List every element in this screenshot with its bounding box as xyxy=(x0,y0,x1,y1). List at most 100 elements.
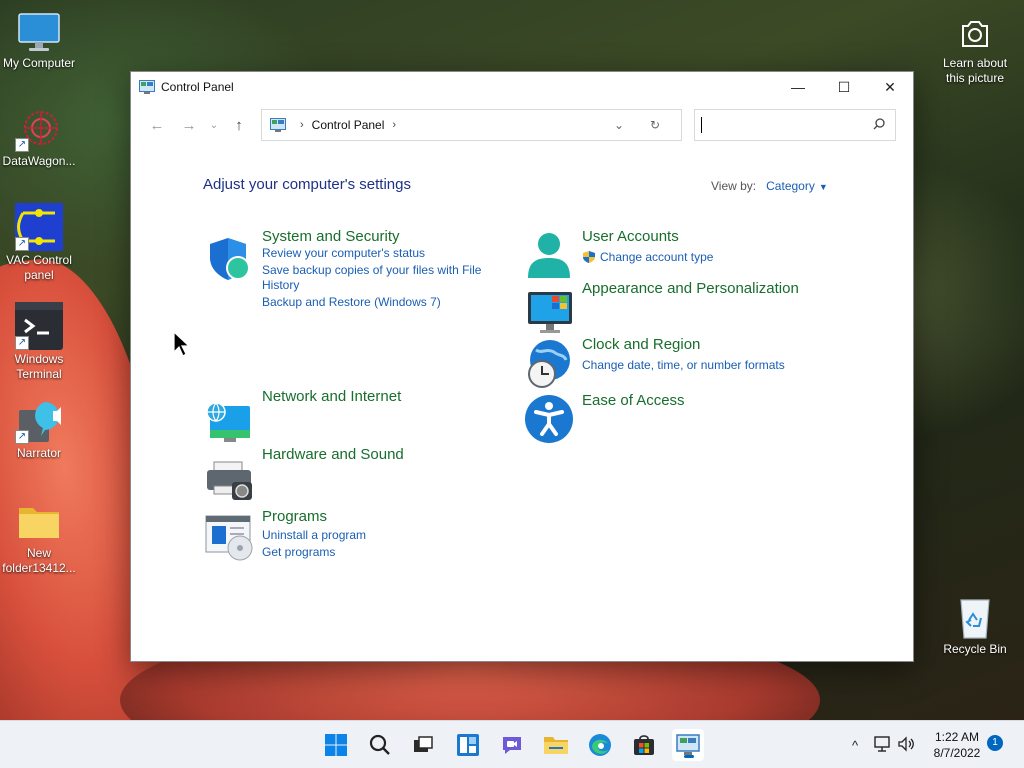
widgets-button[interactable] xyxy=(452,729,484,761)
printer-icon[interactable] xyxy=(204,460,254,508)
vac-control-panel-icon: ↗ xyxy=(15,203,63,251)
camera-icon xyxy=(951,14,999,54)
link-backup-restore[interactable]: Backup and Restore (Windows 7) xyxy=(262,295,441,310)
page-title: Adjust your computer's settings xyxy=(203,176,411,193)
link-save-backup[interactable]: Save backup copies of your files with Fi… xyxy=(262,263,481,278)
search-icon[interactable] xyxy=(873,117,885,133)
datawagon-icon: ↗ xyxy=(15,108,63,152)
address-bar[interactable]: › Control Panel › ⌄ ↻ xyxy=(261,109,682,141)
tray-overflow-chevron-icon[interactable]: ^ xyxy=(846,738,864,753)
desktop-icon-vac-control-panel[interactable]: ↗ VAC Control panel xyxy=(1,203,77,283)
search-box[interactable] xyxy=(694,109,896,141)
taskbar-search-button[interactable] xyxy=(364,729,396,761)
desktop-icon-my-computer[interactable]: My Computer xyxy=(1,10,77,71)
taskbar-clock[interactable]: 1:22 AM 8/7/2022 xyxy=(924,729,990,761)
control-panel-icon xyxy=(270,118,286,132)
breadcrumb-separator-icon[interactable]: › xyxy=(392,119,396,131)
view-by-label: View by: xyxy=(711,179,757,193)
search-input[interactable] xyxy=(701,117,873,133)
personalization-monitor-icon[interactable] xyxy=(524,288,574,336)
clock-time: 1:22 AM xyxy=(934,730,980,744)
maximize-icon: ☐ xyxy=(837,78,851,95)
link-review-status[interactable]: Review your computer's status xyxy=(262,246,425,261)
clock-date: 8/7/2022 xyxy=(933,746,981,760)
address-dropdown-icon[interactable]: ⌄ xyxy=(601,118,637,132)
link-change-account-type[interactable]: Change account type xyxy=(600,250,713,265)
file-explorer-button[interactable] xyxy=(540,729,572,761)
link-get-programs[interactable]: Get programs xyxy=(262,545,335,560)
learn-about-picture[interactable]: Learn about this picture xyxy=(937,14,1013,86)
desktop-icon-label: VAC Control panel xyxy=(6,253,72,282)
desktop-icon-recycle-bin[interactable]: Recycle Bin xyxy=(937,596,1013,657)
notification-badge[interactable]: 1 xyxy=(987,735,1003,751)
category-title-system-and-security[interactable]: System and Security xyxy=(262,228,400,245)
minimize-button[interactable]: — xyxy=(775,72,821,102)
start-button[interactable] xyxy=(320,729,352,761)
network-icon[interactable] xyxy=(870,735,896,755)
category-title-appearance-and-personalization[interactable]: Appearance and Personalization xyxy=(582,280,799,297)
minimize-icon: — xyxy=(791,79,805,95)
link-save-backup-continued[interactable]: History xyxy=(262,278,299,293)
desktop-icon-label: My Computer xyxy=(2,56,76,70)
programs-icon[interactable] xyxy=(204,514,254,562)
desktop-icon-label: Windows Terminal xyxy=(14,352,64,381)
breadcrumb-control-panel[interactable]: Control Panel xyxy=(312,118,385,132)
desktop-icon-new-folder[interactable]: New folder13412... xyxy=(1,500,77,576)
category-title-hardware-and-sound[interactable]: Hardware and Sound xyxy=(262,446,404,463)
desktop-icon-windows-terminal[interactable]: ↗ Windows Terminal xyxy=(1,302,77,382)
forward-button[interactable]: → xyxy=(173,110,205,140)
category-title-user-accounts[interactable]: User Accounts xyxy=(582,228,679,245)
clock-globe-icon[interactable] xyxy=(524,338,574,388)
category-title-network-and-internet[interactable]: Network and Internet xyxy=(262,388,401,405)
terminal-icon: ↗ xyxy=(15,302,63,350)
recycle-bin-icon xyxy=(951,596,999,640)
store-bag-icon xyxy=(634,735,654,755)
control-panel-content: Adjust your computer's settings View by:… xyxy=(131,148,913,661)
category-title-ease-of-access[interactable]: Ease of Access xyxy=(582,392,685,409)
task-view-button[interactable] xyxy=(407,729,439,761)
close-icon: ✕ xyxy=(884,78,896,95)
chevron-down-icon: ⌄ xyxy=(209,119,219,131)
monitor-icon xyxy=(15,10,63,54)
edge-browser-button[interactable] xyxy=(584,729,616,761)
window-title: Control Panel xyxy=(161,80,234,94)
breadcrumb-separator-icon[interactable]: › xyxy=(300,119,304,131)
caret-down-icon[interactable]: ▼ xyxy=(819,182,828,192)
view-by: View by: Category ▼ xyxy=(711,179,828,193)
chat-button[interactable] xyxy=(496,729,528,761)
widgets-icon xyxy=(457,734,479,756)
shortcut-arrow-icon: ↗ xyxy=(15,138,29,152)
close-button[interactable]: ✕ xyxy=(867,72,913,102)
task-view-icon xyxy=(414,736,433,752)
recent-locations-button[interactable]: ⌄ xyxy=(205,110,223,140)
up-button[interactable]: ↑ xyxy=(223,110,255,140)
title-bar[interactable]: Control Panel — ☐ ✕ xyxy=(131,72,913,102)
refresh-icon[interactable]: ↻ xyxy=(637,118,673,132)
category-title-programs[interactable]: Programs xyxy=(262,508,327,525)
back-button[interactable]: ← xyxy=(141,110,173,140)
user-icon[interactable] xyxy=(524,230,574,278)
shield-icon[interactable] xyxy=(204,234,254,282)
category-title-clock-and-region[interactable]: Clock and Region xyxy=(582,336,700,353)
desktop-icon-datawagon[interactable]: ↗ DataWagon... xyxy=(1,108,77,169)
desktop-icon-narrator[interactable]: ↗ Narrator xyxy=(1,400,77,461)
windows-logo-icon xyxy=(325,734,347,756)
taskbar-control-panel-button[interactable] xyxy=(672,729,704,761)
link-change-date-time-formats[interactable]: Change date, time, or number formats xyxy=(582,358,785,373)
volume-icon[interactable] xyxy=(896,735,918,755)
arrow-up-icon: ↑ xyxy=(235,116,243,134)
control-panel-icon xyxy=(676,734,700,755)
accessibility-icon[interactable] xyxy=(524,394,574,443)
maximize-button[interactable]: ☐ xyxy=(821,72,867,102)
link-uninstall-program[interactable]: Uninstall a program xyxy=(262,528,366,543)
shortcut-arrow-icon: ↗ xyxy=(15,430,29,444)
desktop-icon-label: Recycle Bin xyxy=(943,642,1007,656)
control-panel-window: Control Panel — ☐ ✕ ← → ⌄ ↑ › Control Pa… xyxy=(130,71,914,662)
folder-icon xyxy=(544,737,568,754)
narrator-icon: ↗ xyxy=(15,400,63,444)
view-by-dropdown[interactable]: Category xyxy=(766,179,815,193)
microsoft-store-button[interactable] xyxy=(628,729,660,761)
learn-about-picture-label: Learn about this picture xyxy=(942,56,1008,85)
network-globe-icon[interactable] xyxy=(204,400,254,448)
control-panel-icon xyxy=(139,80,155,94)
